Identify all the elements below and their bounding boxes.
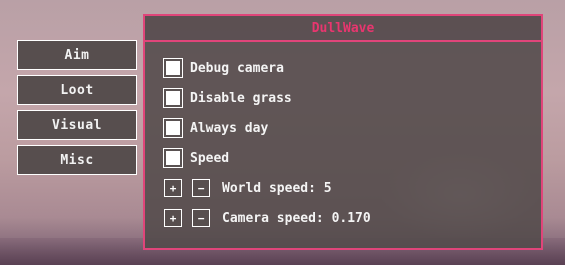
option-label: Disable grass: [190, 90, 292, 106]
speed-checkbox[interactable]: [164, 149, 182, 167]
camera-speed-minus-button[interactable]: −: [192, 209, 210, 227]
option-disable-grass[interactable]: Disable grass: [164, 89, 292, 107]
world-speed-plus-button[interactable]: +: [164, 179, 182, 197]
option-label: Always day: [190, 120, 269, 136]
option-always-day[interactable]: Always day: [164, 119, 268, 137]
panel-header: DullWave: [145, 16, 541, 42]
option-debug-camera[interactable]: Debug camera: [164, 59, 284, 77]
world-speed-label: World speed: 5: [222, 180, 332, 196]
world-speed-stepper: + − World speed: 5: [164, 179, 332, 197]
debug-camera-checkbox[interactable]: [164, 59, 182, 77]
sidebar-item-label: Visual: [52, 117, 102, 133]
world-speed-minus-button[interactable]: −: [192, 179, 210, 197]
sidebar-item-label: Loot: [60, 82, 94, 98]
camera-speed-label: Camera speed: 0.170: [222, 210, 371, 226]
settings-panel: DullWave Debug camera Disable grass Alwa…: [143, 14, 543, 250]
sidebar-item-label: Misc: [60, 152, 94, 168]
sidebar-item-label: Aim: [64, 47, 90, 63]
panel-title: DullWave: [311, 20, 375, 36]
option-label: Speed: [190, 150, 230, 166]
sidebar-item-visual[interactable]: Visual: [17, 110, 137, 140]
sidebar-item-aim[interactable]: Aim: [17, 40, 137, 70]
plus-icon: +: [169, 211, 177, 225]
minus-icon: −: [197, 211, 205, 225]
always-day-checkbox[interactable]: [164, 119, 182, 137]
minus-icon: −: [197, 181, 205, 195]
option-label: Debug camera: [190, 60, 284, 76]
disable-grass-checkbox[interactable]: [164, 89, 182, 107]
plus-icon: +: [169, 181, 177, 195]
sidebar-item-misc[interactable]: Misc: [17, 145, 137, 175]
option-speed[interactable]: Speed: [164, 149, 229, 167]
camera-speed-plus-button[interactable]: +: [164, 209, 182, 227]
sidebar-item-loot[interactable]: Loot: [17, 75, 137, 105]
camera-speed-stepper: + − Camera speed: 0.170: [164, 209, 371, 227]
